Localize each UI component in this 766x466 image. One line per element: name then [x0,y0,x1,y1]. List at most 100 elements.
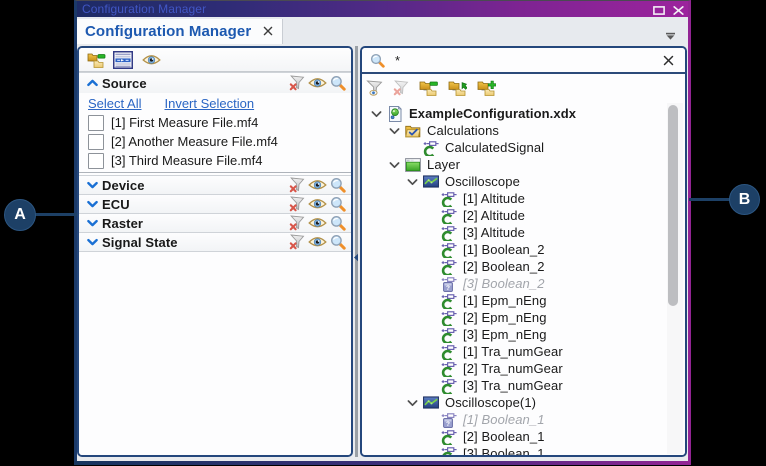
window-client-area: Source Select All Invert Selection [1] F… [77,44,688,465]
ecu-filter-remove-button[interactable] [289,196,305,212]
raster-filter-remove-button[interactable] [289,215,305,231]
tree-scrollbar[interactable] [667,103,683,454]
tree-item-icon-wrap [441,446,457,456]
measure-file-checkbox[interactable] [88,134,104,150]
measure-file-checkbox[interactable] [88,153,104,169]
expand-selected-button[interactable] [448,80,467,96]
tree-item-icon-wrap [441,412,457,428]
tree-item[interactable]: [2] Tra_numGear [362,360,685,377]
select-all-link[interactable]: Select All [88,96,141,111]
table-view-button[interactable] [113,51,133,69]
section-ecu-icons [289,196,346,212]
close-button[interactable] [672,6,684,14]
tree-item[interactable]: [1] Altitude [362,190,685,207]
filter-panel-toolbar [79,48,351,71]
tab-configuration-manager[interactable]: Configuration Manager [77,19,283,44]
source-eye-button[interactable] [308,77,327,89]
tree-expander[interactable] [388,127,405,135]
tree-item[interactable]: CalculatedSignal [362,139,685,156]
tree-item[interactable]: [3] Epm_nEng [362,326,685,343]
filter-remove-button[interactable] [393,80,409,96]
ecu-eye-button[interactable] [308,198,327,210]
collapse-all-button[interactable] [419,80,438,96]
tree-item-label: [3] Tra_numGear [463,378,563,393]
tree-item[interactable]: [2] Boolean_2 [362,258,685,275]
device-search-button[interactable] [330,177,346,193]
filter-panel: Source Select All Invert Selection [1] F… [77,46,353,457]
signal-state-filter-remove-button[interactable] [289,234,305,250]
section-device-icons [289,177,346,193]
tree-item-icon-wrap [405,157,421,173]
folder-expand-icon [448,80,467,96]
section-header-ecu[interactable]: ECU [79,194,351,213]
chevron-down-icon[interactable] [87,181,98,189]
clear-search-button[interactable] [663,55,674,66]
device-filter-remove-button[interactable] [289,177,305,193]
source-filter-remove-button[interactable] [289,75,305,91]
tree-item[interactable]: [3] Altitude [362,224,685,241]
tree-item[interactable]: [1] Tra_numGear [362,343,685,360]
tree-item-label: [3] Boolean_1 [463,446,545,455]
configuration-tree-panel: * ExampleConfiguration.xdx Calculations … [360,46,687,457]
chevron-down-icon[interactable] [87,219,98,227]
tree-item[interactable]: Calculations [362,122,685,139]
tree-expander[interactable] [406,399,423,407]
tree-expander[interactable] [388,161,405,169]
tree-expander[interactable] [406,178,423,186]
chevron-down-icon[interactable] [87,200,98,208]
tree-item[interactable]: [2] Epm_nEng [362,309,685,326]
measure-file-label: [2] Another Measure File.mf4 [111,134,278,149]
search-input[interactable]: * [395,53,663,68]
tree-item[interactable]: [1] Boolean_2 [362,241,685,258]
signal-state-search-button[interactable] [330,234,346,250]
tree-item-label: [2] Altitude [463,208,525,223]
tree-item[interactable]: [3] Boolean_1 [362,445,685,455]
tab-close-button[interactable] [263,25,273,38]
tab-overflow-button[interactable] [665,32,676,40]
tree-item-label: ExampleConfiguration.xdx [409,106,576,121]
section-header-source[interactable]: Source [79,72,351,93]
measure-file-checkbox[interactable] [88,115,104,131]
signal-icon [441,344,457,360]
search-icon [370,53,385,68]
tree-item[interactable]: [1] Epm_nEng [362,292,685,309]
tree-item-icon-wrap [441,361,457,377]
preview-button[interactable] [142,54,161,66]
scrollbar-thumb[interactable] [668,105,678,306]
tree-item[interactable]: [2] Boolean_1 [362,428,685,445]
maximize-button[interactable] [653,6,665,14]
search-box[interactable]: * [362,48,685,74]
raster-eye-button[interactable] [308,217,327,229]
chevron-up-icon[interactable] [87,79,98,87]
tree-item[interactable]: [3] Tra_numGear [362,377,685,394]
tree-item-label: [2] Tra_numGear [463,361,563,376]
tree-item[interactable]: [3] Boolean_2 [362,275,685,292]
signal-state-eye-button[interactable] [308,236,327,248]
group-by-source-button[interactable] [87,52,106,68]
chevron-down-icon[interactable] [87,238,98,246]
splitter-collapse-icon[interactable] [353,249,359,267]
filter-view-button[interactable] [366,80,383,96]
tree-item[interactable]: [2] Altitude [362,207,685,224]
source-search-button[interactable] [330,75,346,91]
expand-all-button[interactable] [477,80,496,96]
panel-splitter[interactable] [353,46,360,457]
raster-search-button[interactable] [330,215,346,231]
tree-expander[interactable] [370,110,387,118]
tree-item[interactable]: [1] Boolean_1 [362,411,685,428]
section-header-device[interactable]: Device [79,175,351,194]
maximize-icon [653,6,665,15]
tree-item[interactable]: Oscilloscope [362,173,685,190]
tree-item-icon-wrap [441,276,457,292]
section-header-signal-state[interactable]: Signal State [79,232,351,251]
table-view-icon [113,51,133,69]
tree-item[interactable]: Oscilloscope(1) [362,394,685,411]
filter-remove-pale-icon [393,80,409,96]
tree-item-icon-wrap [441,429,457,445]
device-eye-button[interactable] [308,179,327,191]
invert-selection-link[interactable]: Invert Selection [164,96,254,111]
tree-item[interactable]: Layer [362,156,685,173]
ecu-search-button[interactable] [330,196,346,212]
section-header-raster[interactable]: Raster [79,213,351,232]
tree-item[interactable]: ExampleConfiguration.xdx [362,105,685,122]
